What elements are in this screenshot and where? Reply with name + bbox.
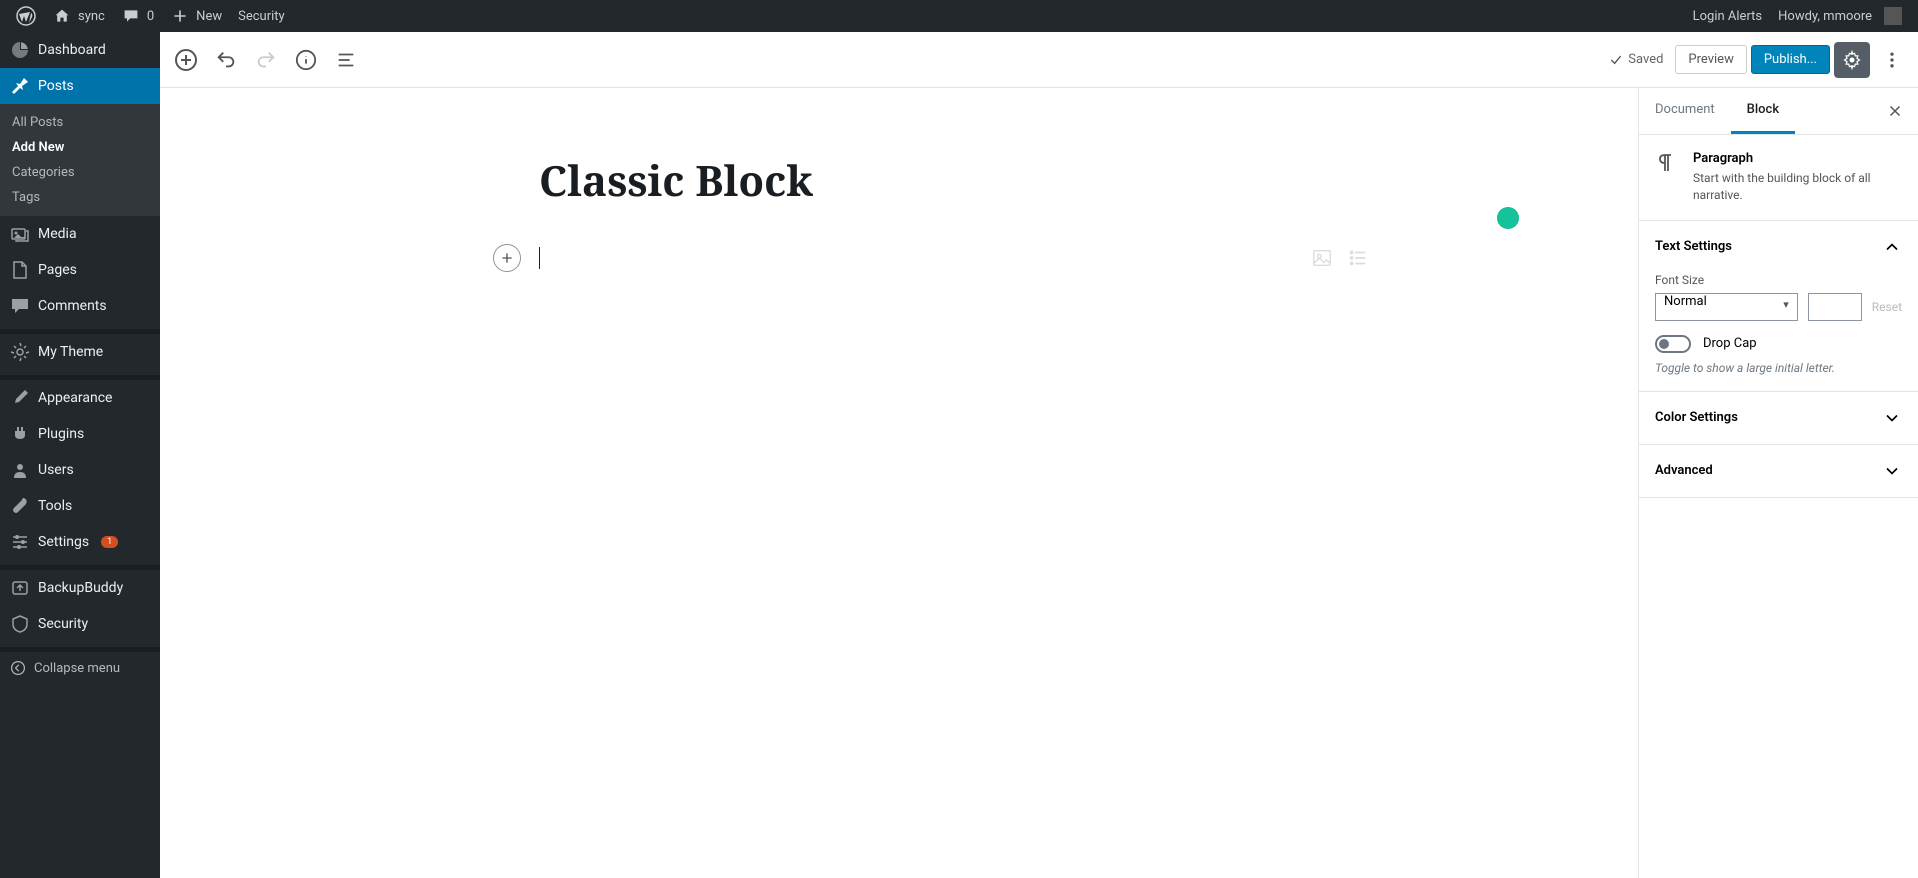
comment-count: 0: [147, 9, 154, 24]
login-alerts-link[interactable]: Login Alerts: [1685, 0, 1771, 32]
home-icon: [52, 6, 72, 26]
drop-cap-label: Drop Cap: [1703, 336, 1757, 351]
editor: Saved Preview Publish... Classic Block: [160, 32, 1918, 878]
sidebar-item-dashboard[interactable]: Dashboard: [0, 32, 160, 68]
pages-icon: [10, 260, 30, 280]
dashboard-icon: [10, 40, 30, 60]
collapse-icon: [10, 660, 26, 676]
comments-icon: [10, 296, 30, 316]
drop-cap-description: Toggle to show a large initial letter.: [1655, 361, 1902, 375]
tab-document[interactable]: Document: [1639, 88, 1731, 134]
info-button[interactable]: [288, 42, 324, 78]
font-size-input[interactable]: [1808, 293, 1862, 321]
pin-icon: [10, 76, 30, 96]
account-link[interactable]: Howdy, mmoore: [1770, 0, 1910, 32]
preview-button[interactable]: Preview: [1675, 45, 1746, 74]
submenu-add-new[interactable]: Add New: [0, 135, 160, 160]
chevron-down-icon: [1882, 408, 1902, 428]
posts-submenu: All Posts Add New Categories Tags: [0, 104, 160, 216]
settings-toggle-button[interactable]: [1834, 42, 1870, 78]
sidebar-item-appearance[interactable]: Appearance: [0, 380, 160, 416]
submenu-tags[interactable]: Tags: [0, 185, 160, 210]
howdy-text: Howdy, mmoore: [1778, 9, 1872, 24]
sidebar-item-settings[interactable]: Settings1: [0, 524, 160, 560]
collapse-menu[interactable]: Collapse menu: [0, 652, 160, 684]
font-size-reset[interactable]: Reset: [1872, 300, 1902, 314]
backup-icon: [10, 578, 30, 598]
wp-logo[interactable]: [8, 0, 44, 32]
outline-button[interactable]: [328, 42, 364, 78]
sidebar-item-pages[interactable]: Pages: [0, 252, 160, 288]
grammarly-icon[interactable]: [1497, 207, 1519, 229]
brush-icon: [10, 388, 30, 408]
block-description: Start with the building block of all nar…: [1693, 170, 1902, 204]
sidebar-item-media[interactable]: Media: [0, 216, 160, 252]
new-label: New: [196, 9, 222, 24]
shield-icon: [10, 614, 30, 634]
color-settings-panel-toggle[interactable]: Color Settings: [1639, 392, 1918, 444]
sidebar-item-users[interactable]: Users: [0, 452, 160, 488]
plus-icon: [170, 6, 190, 26]
sidebar-item-comments[interactable]: Comments: [0, 288, 160, 324]
site-name: sync: [78, 9, 105, 24]
heading-shortcut-icon[interactable]: [1275, 247, 1297, 269]
media-icon: [10, 224, 30, 244]
wrench-icon: [10, 496, 30, 516]
admin-bar: sync 0 New Security Login Alerts Howdy, …: [0, 0, 1918, 32]
undo-button[interactable]: [208, 42, 244, 78]
admin-sidebar: Dashboard Posts All Posts Add New Catego…: [0, 32, 160, 878]
sidebar-item-security[interactable]: Security: [0, 606, 160, 642]
sliders-icon: [10, 532, 30, 552]
drop-cap-toggle[interactable]: [1655, 335, 1691, 353]
publish-button[interactable]: Publish...: [1751, 45, 1830, 74]
chevron-up-icon: [1882, 237, 1902, 257]
block-shortcuts: [1275, 247, 1369, 269]
font-size-label: Font Size: [1655, 273, 1902, 287]
sidebar-item-backupbuddy[interactable]: BackupBuddy: [0, 570, 160, 606]
inline-add-block-button[interactable]: [493, 244, 521, 272]
sidebar-item-plugins[interactable]: Plugins: [0, 416, 160, 452]
settings-badge: 1: [101, 536, 118, 548]
new-link[interactable]: New: [162, 0, 230, 32]
close-settings-button[interactable]: [1872, 102, 1918, 120]
save-status: Saved: [1608, 52, 1663, 68]
redo-button[interactable]: [248, 42, 284, 78]
editor-header: Saved Preview Publish...: [160, 32, 1918, 88]
list-shortcut-icon[interactable]: [1347, 247, 1369, 269]
sidebar-item-mytheme[interactable]: My Theme: [0, 334, 160, 370]
avatar: [1884, 7, 1902, 25]
comments-link[interactable]: 0: [113, 0, 162, 32]
post-title[interactable]: Classic Block: [539, 148, 1259, 213]
paragraph-icon: [1655, 151, 1679, 175]
paragraph-block[interactable]: [539, 243, 1259, 273]
submenu-categories[interactable]: Categories: [0, 160, 160, 185]
text-cursor: [539, 247, 540, 269]
site-link[interactable]: sync: [44, 0, 113, 32]
image-shortcut-icon[interactable]: [1311, 247, 1333, 269]
more-button[interactable]: [1874, 42, 1910, 78]
submenu-all-posts[interactable]: All Posts: [0, 110, 160, 135]
add-block-button[interactable]: [168, 42, 204, 78]
chevron-down-icon: [1882, 461, 1902, 481]
security-link[interactable]: Security: [230, 0, 293, 32]
tab-block[interactable]: Block: [1731, 88, 1795, 134]
plug-icon: [10, 424, 30, 444]
editor-canvas[interactable]: Classic Block: [160, 88, 1638, 878]
gear-icon: [10, 342, 30, 362]
advanced-panel-toggle[interactable]: Advanced: [1639, 445, 1918, 497]
settings-sidebar: Document Block Paragraph Start with the …: [1638, 88, 1918, 878]
sidebar-item-tools[interactable]: Tools: [0, 488, 160, 524]
wordpress-icon: [16, 6, 36, 26]
font-size-select[interactable]: Normal: [1655, 293, 1798, 321]
user-icon: [10, 460, 30, 480]
block-name: Paragraph: [1693, 151, 1902, 166]
sidebar-item-posts[interactable]: Posts: [0, 68, 160, 104]
text-settings-panel-toggle[interactable]: Text Settings: [1639, 221, 1918, 273]
comment-icon: [121, 6, 141, 26]
